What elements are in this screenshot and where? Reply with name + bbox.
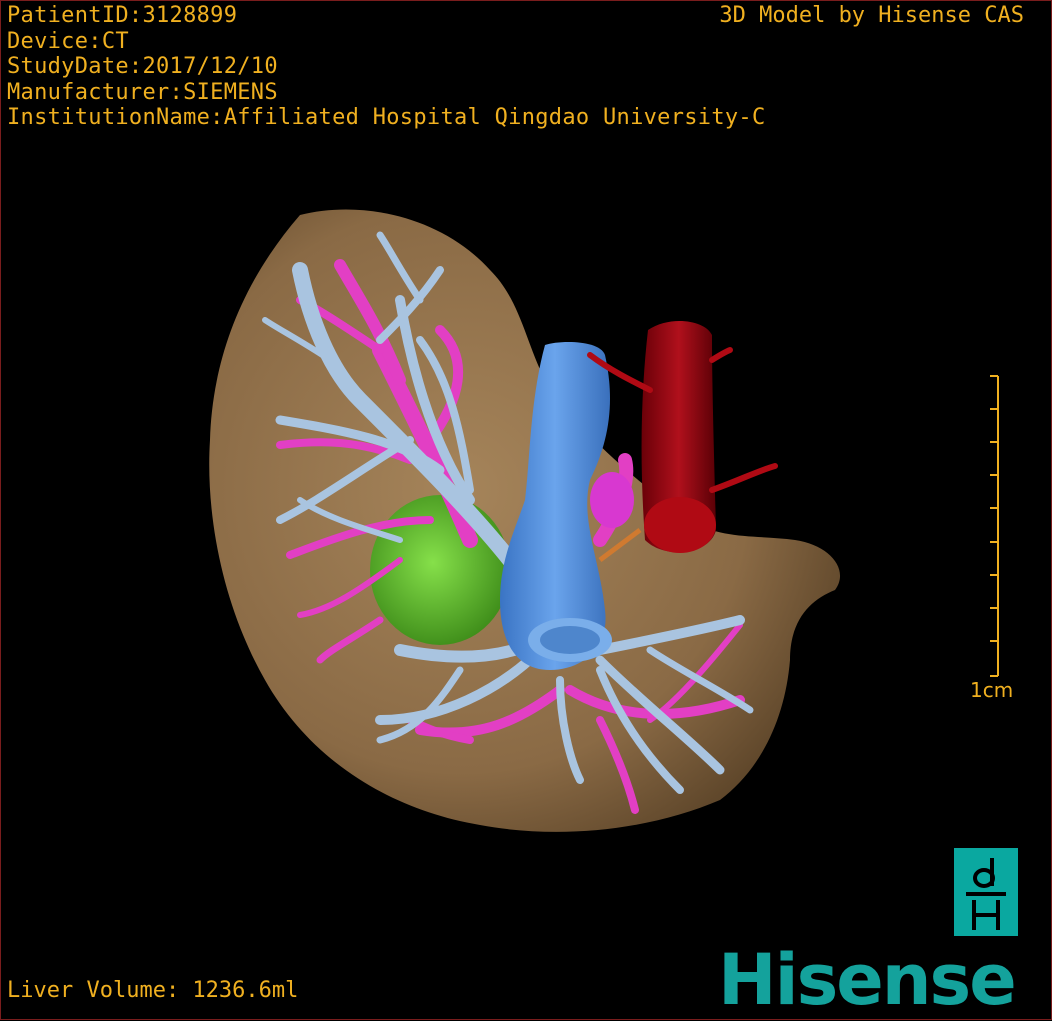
vena-cava-lumen	[540, 626, 600, 654]
liver-volume: Liver Volume: 1236.6ml	[7, 978, 299, 1003]
device: Device:CT	[7, 28, 129, 54]
hisense-logo-mark	[954, 848, 1018, 936]
scale-bar-label: 1cm	[970, 678, 1014, 702]
institution-name: InstitutionName:Affiliated Hospital Qing…	[7, 105, 766, 130]
liver-3d-model[interactable]	[0, 0, 1052, 1020]
portal-confluence	[590, 472, 634, 528]
dh-logo-icon	[966, 858, 1006, 930]
study-date: StudyDate:2017/12/10	[7, 54, 278, 79]
manufacturer: Manufacturer:SIEMENS	[7, 79, 278, 105]
patient-info: PatientID:3128899 Device:CT StudyDate:20…	[7, 3, 766, 131]
aorta-opening	[644, 497, 716, 553]
hisense-wordmark: Hisense	[718, 939, 1017, 1021]
model-credit: 3D Model by Hisense CAS	[719, 3, 1024, 28]
patient-id: PatientID:3128899	[7, 3, 238, 28]
scale-bar	[990, 375, 999, 677]
